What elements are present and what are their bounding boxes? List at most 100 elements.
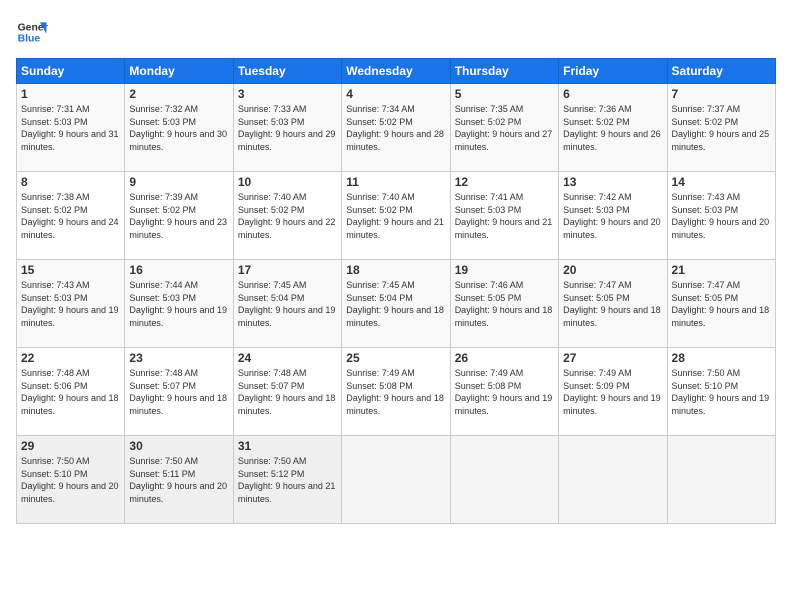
logo-icon: General Blue (16, 16, 48, 48)
day-number: 16 (129, 263, 228, 277)
day-number: 15 (21, 263, 120, 277)
calendar-cell: 29 Sunrise: 7:50 AMSunset: 5:10 PMDaylig… (17, 436, 125, 524)
day-number: 3 (238, 87, 337, 101)
day-number: 26 (455, 351, 554, 365)
calendar-container: General Blue SundayMondayTuesdayWednesda… (0, 0, 792, 612)
calendar-cell: 18 Sunrise: 7:45 AMSunset: 5:04 PMDaylig… (342, 260, 450, 348)
day-info: Sunrise: 7:37 AMSunset: 5:02 PMDaylight:… (672, 104, 770, 152)
calendar-cell: 27 Sunrise: 7:49 AMSunset: 5:09 PMDaylig… (559, 348, 667, 436)
weekday-header-saturday: Saturday (667, 59, 775, 84)
day-number: 22 (21, 351, 120, 365)
day-number: 24 (238, 351, 337, 365)
calendar-cell: 11 Sunrise: 7:40 AMSunset: 5:02 PMDaylig… (342, 172, 450, 260)
day-info: Sunrise: 7:34 AMSunset: 5:02 PMDaylight:… (346, 104, 444, 152)
calendar-cell: 31 Sunrise: 7:50 AMSunset: 5:12 PMDaylig… (233, 436, 341, 524)
day-number: 21 (672, 263, 771, 277)
day-number: 8 (21, 175, 120, 189)
day-info: Sunrise: 7:39 AMSunset: 5:02 PMDaylight:… (129, 192, 227, 240)
day-info: Sunrise: 7:45 AMSunset: 5:04 PMDaylight:… (346, 280, 444, 328)
calendar-cell: 24 Sunrise: 7:48 AMSunset: 5:07 PMDaylig… (233, 348, 341, 436)
day-info: Sunrise: 7:41 AMSunset: 5:03 PMDaylight:… (455, 192, 553, 240)
calendar-cell (667, 436, 775, 524)
calendar-cell: 25 Sunrise: 7:49 AMSunset: 5:08 PMDaylig… (342, 348, 450, 436)
logo: General Blue (16, 16, 48, 48)
day-info: Sunrise: 7:40 AMSunset: 5:02 PMDaylight:… (346, 192, 444, 240)
day-info: Sunrise: 7:44 AMSunset: 5:03 PMDaylight:… (129, 280, 227, 328)
day-number: 1 (21, 87, 120, 101)
day-info: Sunrise: 7:49 AMSunset: 5:08 PMDaylight:… (455, 368, 553, 416)
weekday-header-thursday: Thursday (450, 59, 558, 84)
day-info: Sunrise: 7:48 AMSunset: 5:07 PMDaylight:… (238, 368, 336, 416)
day-number: 4 (346, 87, 445, 101)
header: General Blue (16, 16, 776, 48)
calendar-cell: 20 Sunrise: 7:47 AMSunset: 5:05 PMDaylig… (559, 260, 667, 348)
calendar-cell: 3 Sunrise: 7:33 AMSunset: 5:03 PMDayligh… (233, 84, 341, 172)
day-info: Sunrise: 7:43 AMSunset: 5:03 PMDaylight:… (672, 192, 770, 240)
calendar-cell: 6 Sunrise: 7:36 AMSunset: 5:02 PMDayligh… (559, 84, 667, 172)
day-number: 29 (21, 439, 120, 453)
day-info: Sunrise: 7:48 AMSunset: 5:06 PMDaylight:… (21, 368, 119, 416)
day-number: 6 (563, 87, 662, 101)
day-info: Sunrise: 7:50 AMSunset: 5:11 PMDaylight:… (129, 456, 227, 504)
calendar-cell (450, 436, 558, 524)
calendar-cell (559, 436, 667, 524)
day-info: Sunrise: 7:50 AMSunset: 5:10 PMDaylight:… (672, 368, 770, 416)
calendar-cell: 10 Sunrise: 7:40 AMSunset: 5:02 PMDaylig… (233, 172, 341, 260)
calendar-cell: 17 Sunrise: 7:45 AMSunset: 5:04 PMDaylig… (233, 260, 341, 348)
day-info: Sunrise: 7:47 AMSunset: 5:05 PMDaylight:… (563, 280, 661, 328)
calendar-cell: 2 Sunrise: 7:32 AMSunset: 5:03 PMDayligh… (125, 84, 233, 172)
day-number: 2 (129, 87, 228, 101)
day-number: 25 (346, 351, 445, 365)
day-number: 10 (238, 175, 337, 189)
calendar-cell: 19 Sunrise: 7:46 AMSunset: 5:05 PMDaylig… (450, 260, 558, 348)
calendar-cell: 7 Sunrise: 7:37 AMSunset: 5:02 PMDayligh… (667, 84, 775, 172)
day-number: 31 (238, 439, 337, 453)
weekday-header-monday: Monday (125, 59, 233, 84)
weekday-header-tuesday: Tuesday (233, 59, 341, 84)
weekday-header-row: SundayMondayTuesdayWednesdayThursdayFrid… (17, 59, 776, 84)
weekday-header-wednesday: Wednesday (342, 59, 450, 84)
day-number: 20 (563, 263, 662, 277)
calendar-cell: 22 Sunrise: 7:48 AMSunset: 5:06 PMDaylig… (17, 348, 125, 436)
calendar-cell: 9 Sunrise: 7:39 AMSunset: 5:02 PMDayligh… (125, 172, 233, 260)
weekday-header-friday: Friday (559, 59, 667, 84)
calendar-cell (342, 436, 450, 524)
calendar-cell: 14 Sunrise: 7:43 AMSunset: 5:03 PMDaylig… (667, 172, 775, 260)
day-info: Sunrise: 7:32 AMSunset: 5:03 PMDaylight:… (129, 104, 227, 152)
week-row-2: 8 Sunrise: 7:38 AMSunset: 5:02 PMDayligh… (17, 172, 776, 260)
day-number: 11 (346, 175, 445, 189)
day-info: Sunrise: 7:31 AMSunset: 5:03 PMDaylight:… (21, 104, 119, 152)
svg-text:Blue: Blue (18, 34, 41, 45)
day-number: 23 (129, 351, 228, 365)
day-number: 9 (129, 175, 228, 189)
day-number: 18 (346, 263, 445, 277)
calendar-cell: 12 Sunrise: 7:41 AMSunset: 5:03 PMDaylig… (450, 172, 558, 260)
day-info: Sunrise: 7:43 AMSunset: 5:03 PMDaylight:… (21, 280, 119, 328)
day-info: Sunrise: 7:38 AMSunset: 5:02 PMDaylight:… (21, 192, 119, 240)
day-info: Sunrise: 7:49 AMSunset: 5:08 PMDaylight:… (346, 368, 444, 416)
day-info: Sunrise: 7:36 AMSunset: 5:02 PMDaylight:… (563, 104, 661, 152)
day-number: 28 (672, 351, 771, 365)
day-info: Sunrise: 7:50 AMSunset: 5:12 PMDaylight:… (238, 456, 336, 504)
calendar-cell: 13 Sunrise: 7:42 AMSunset: 5:03 PMDaylig… (559, 172, 667, 260)
day-info: Sunrise: 7:40 AMSunset: 5:02 PMDaylight:… (238, 192, 336, 240)
day-number: 7 (672, 87, 771, 101)
calendar-cell: 1 Sunrise: 7:31 AMSunset: 5:03 PMDayligh… (17, 84, 125, 172)
day-info: Sunrise: 7:35 AMSunset: 5:02 PMDaylight:… (455, 104, 553, 152)
day-info: Sunrise: 7:47 AMSunset: 5:05 PMDaylight:… (672, 280, 770, 328)
day-info: Sunrise: 7:42 AMSunset: 5:03 PMDaylight:… (563, 192, 661, 240)
calendar-cell: 30 Sunrise: 7:50 AMSunset: 5:11 PMDaylig… (125, 436, 233, 524)
day-info: Sunrise: 7:45 AMSunset: 5:04 PMDaylight:… (238, 280, 336, 328)
week-row-3: 15 Sunrise: 7:43 AMSunset: 5:03 PMDaylig… (17, 260, 776, 348)
day-info: Sunrise: 7:46 AMSunset: 5:05 PMDaylight:… (455, 280, 553, 328)
calendar-cell: 23 Sunrise: 7:48 AMSunset: 5:07 PMDaylig… (125, 348, 233, 436)
day-info: Sunrise: 7:50 AMSunset: 5:10 PMDaylight:… (21, 456, 119, 504)
calendar-cell: 26 Sunrise: 7:49 AMSunset: 5:08 PMDaylig… (450, 348, 558, 436)
day-number: 14 (672, 175, 771, 189)
day-info: Sunrise: 7:49 AMSunset: 5:09 PMDaylight:… (563, 368, 661, 416)
day-number: 30 (129, 439, 228, 453)
day-number: 19 (455, 263, 554, 277)
day-number: 27 (563, 351, 662, 365)
weekday-header-sunday: Sunday (17, 59, 125, 84)
week-row-1: 1 Sunrise: 7:31 AMSunset: 5:03 PMDayligh… (17, 84, 776, 172)
